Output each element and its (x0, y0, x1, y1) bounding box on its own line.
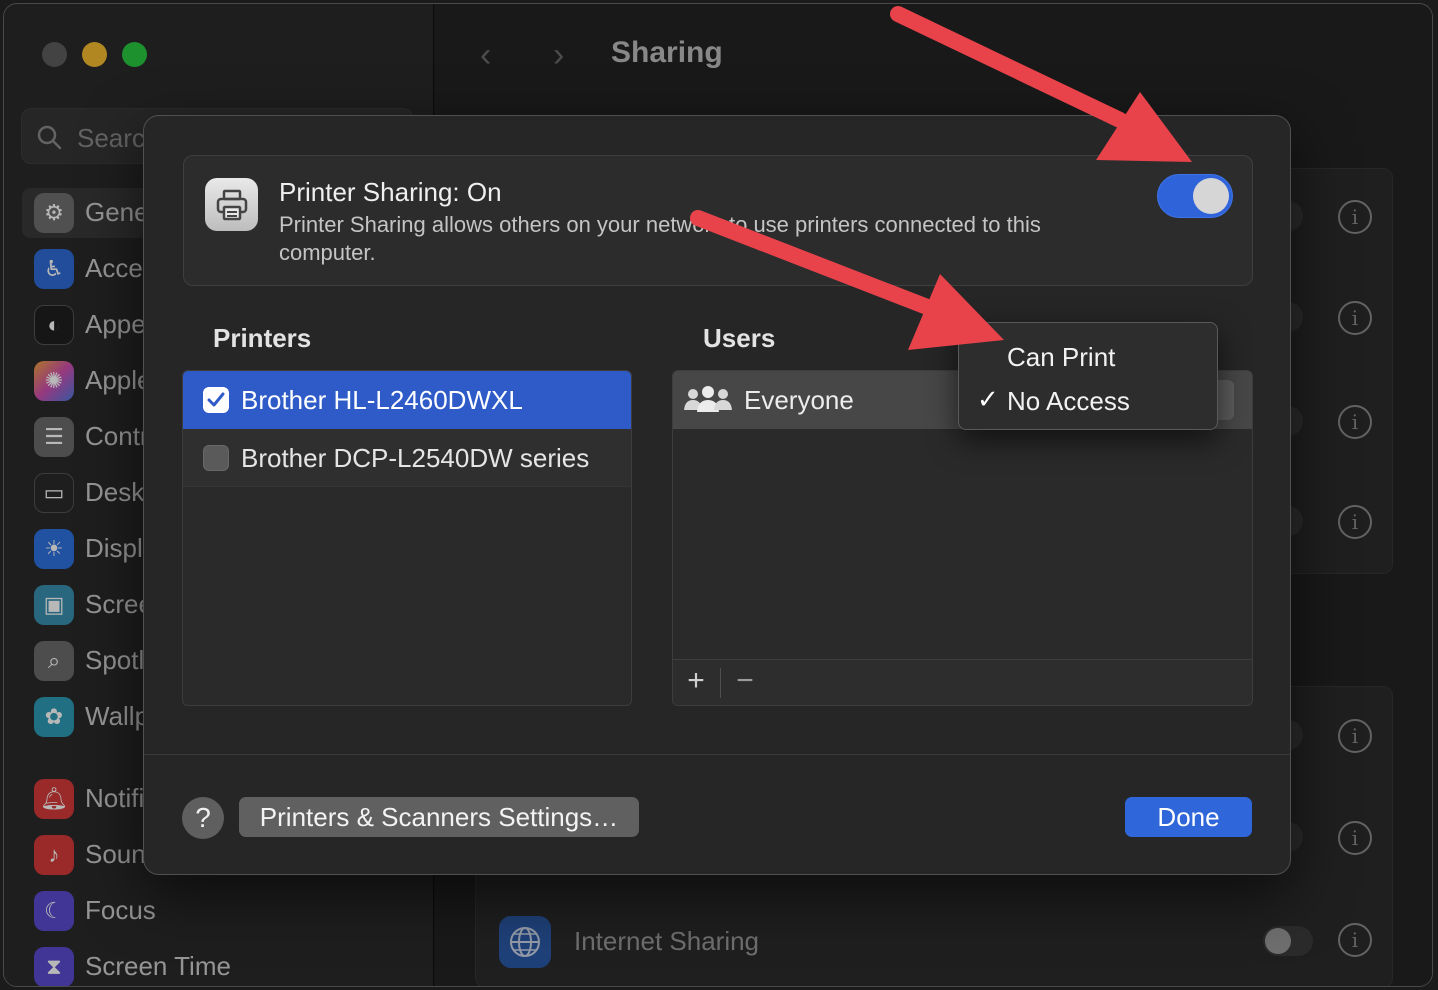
printer-row-brother-hl-l2460dwxl[interactable]: Brother HL-L2460DWXL (183, 371, 631, 429)
printer-name: Brother HL-L2460DWXL (241, 385, 523, 415)
printer-row-brother-dcp-l2540dw[interactable]: Brother DCP-L2540DW series (183, 429, 631, 487)
group-users-icon (684, 386, 732, 412)
sheet-divider (144, 754, 1290, 755)
access-popup-menu: Can Print ✓ No Access (958, 322, 1218, 430)
printer-sharing-toggle[interactable] (1157, 174, 1233, 218)
menu-item-label: Can Print (1007, 342, 1116, 372)
printer-icon (205, 178, 258, 231)
help-button[interactable]: ? (182, 797, 224, 839)
printers-header: Printers (213, 323, 312, 353)
footer-divider (720, 668, 721, 698)
printer-sharing-title: Printer Sharing: On (279, 177, 502, 207)
printer-sharing-description: Printer Sharing allows others on your ne… (279, 212, 1041, 265)
add-user-button[interactable]: + (673, 664, 719, 698)
users-list-footer: + − (673, 659, 1252, 705)
remove-user-button[interactable]: − (722, 664, 768, 698)
menu-item-no-access[interactable]: ✓ No Access (959, 377, 1217, 421)
done-button[interactable]: Done (1125, 797, 1252, 837)
printer-checkbox[interactable] (203, 387, 229, 413)
printer-sharing-header: Printer Sharing: On Printer Sharing allo… (183, 155, 1253, 286)
checkmark-icon: ✓ (977, 384, 999, 414)
printers-list: Brother HL-L2460DWXL Brother DCP-L2540DW… (182, 370, 632, 706)
users-header: Users (703, 323, 776, 353)
user-name: Everyone (744, 385, 854, 415)
printer-sharing-sheet: Printer Sharing: On Printer Sharing allo… (143, 115, 1291, 875)
printers-scanners-settings-button[interactable]: Printers & Scanners Settings… (239, 797, 639, 837)
printer-checkbox[interactable] (203, 445, 229, 471)
menu-item-can-print[interactable]: Can Print (959, 333, 1217, 377)
printer-name: Brother DCP-L2540DW series (241, 443, 590, 473)
checkmark-icon (207, 392, 225, 407)
menu-item-label: No Access (1007, 386, 1130, 416)
